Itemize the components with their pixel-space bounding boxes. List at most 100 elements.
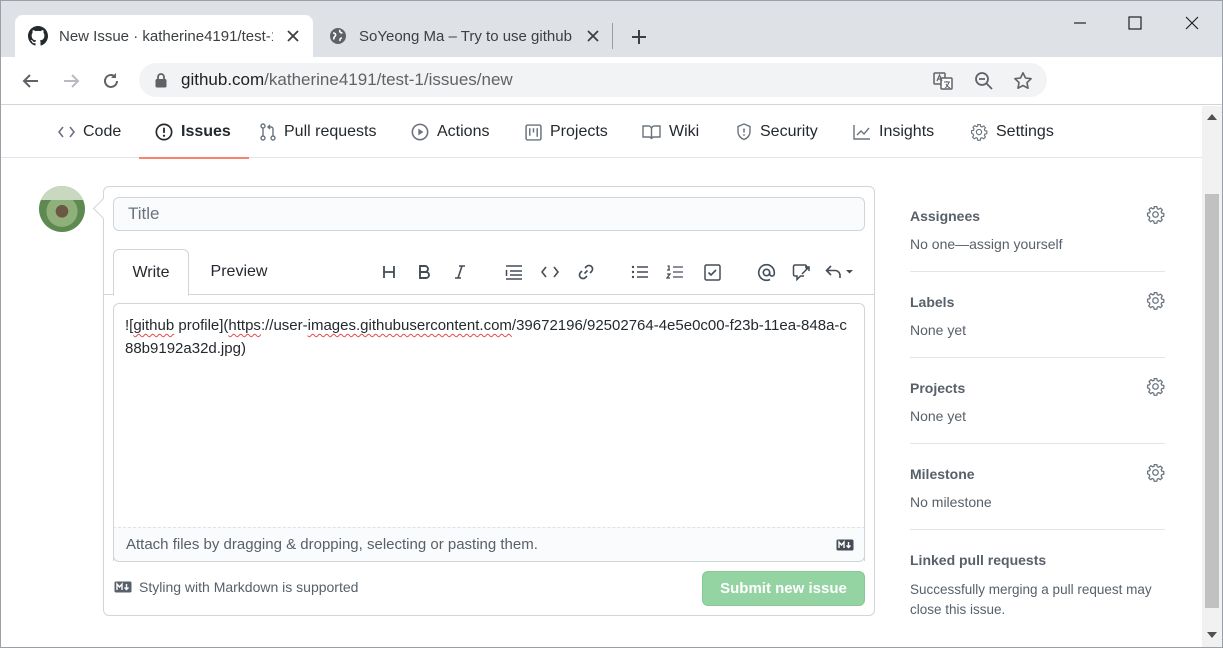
tab-label: Security [760,123,818,140]
tab-label: Settings [996,123,1054,140]
play-icon [411,123,429,141]
gear-icon[interactable] [1145,204,1165,224]
github-icon [28,26,48,46]
tab-actions[interactable]: Actions [411,106,489,158]
scroll-down-icon[interactable] [1202,626,1222,644]
scroll-up-icon[interactable] [1202,108,1222,126]
tab-wiki[interactable]: Wiki [642,106,699,158]
issue-form: Write Preview [103,186,875,616]
zoom-icon[interactable] [973,70,995,92]
issue-body-text[interactable]: ![github profile](https://user-images.gi… [125,314,853,360]
assignees-heading: Assignees [910,208,981,224]
tab-label: Issues [181,123,231,140]
tab-security[interactable]: Security [736,106,818,158]
body-text-part: images.githubusercontent.com [307,317,512,334]
issue-title-input[interactable] [113,197,865,231]
issue-opened-icon [155,123,173,141]
tab-title: SoYeong Ma – Try to use github [359,27,572,45]
tab-projects[interactable]: Projects [525,106,608,158]
labels-value: None yet [910,322,967,338]
assignees-section: Assignees No one—assign yourself [910,186,1165,272]
reload-icon [104,73,118,88]
milestone-section: Milestone No milestone [910,444,1165,530]
body-text-part: https [228,317,261,334]
book-icon [642,125,661,140]
close-icon[interactable] [583,26,603,46]
arrow-left-icon [22,74,38,88]
address-bar[interactable]: github.com/katherine4191/test-1/issues/n… [139,63,1047,97]
page-scrollbar[interactable] [1202,106,1222,647]
tab-write[interactable]: Write [113,249,189,296]
browser-toolbar: github.com/katherine4191/test-1/issues/n… [1,57,1222,105]
minimize-icon [1074,22,1086,24]
projects-section: Projects None yet [910,358,1165,444]
tab-issues[interactable]: Issues [139,106,249,159]
linked-prs-heading: Linked pull requests [910,552,1047,568]
shield-icon [737,123,751,141]
tab-label: Code [83,123,122,140]
task-list-icon[interactable] [700,261,724,283]
browser-tab-active[interactable]: New Issue · katherine4191/test-1 [15,15,313,57]
close-icon[interactable] [283,26,303,46]
tab-code[interactable]: Code [58,106,121,158]
url-host: github.com [181,70,265,89]
code-icon[interactable] [538,261,562,283]
markdown-note[interactable]: Styling with Markdown is supported [114,579,358,595]
assignees-value[interactable]: No one—assign yourself [910,236,1063,252]
bookmark-star-icon[interactable] [1012,70,1034,92]
back-button[interactable] [15,65,47,97]
translate-icon[interactable] [932,70,954,92]
linked-prs-section: Linked pull requests Successfully mergin… [910,530,1165,617]
attach-text: Attach files by dragging & dropping, sel… [126,536,538,553]
page-content: Code Issues Pull requests Actions Projec… [1,106,1202,647]
ordered-list-icon[interactable] [663,261,687,283]
saved-reply-icon[interactable] [824,261,856,283]
quote-icon[interactable] [502,261,526,283]
scrollbar-thumb[interactable] [1205,194,1219,608]
italic-icon[interactable] [448,261,472,283]
tab-insights[interactable]: Insights [853,106,934,158]
code-icon [58,126,75,138]
gear-icon[interactable] [1145,376,1165,396]
gear-icon[interactable] [1145,462,1165,482]
issue-body-textarea[interactable]: ![github profile](https://user-images.gi… [113,303,865,561]
avatar[interactable] [39,186,85,232]
bold-icon[interactable] [412,261,436,283]
issue-sidebar: Assignees No one—assign yourself Labels … [910,186,1165,617]
maximize-button[interactable] [1120,9,1150,37]
forward-button[interactable] [55,65,87,97]
minimize-button[interactable] [1065,9,1095,37]
markdown-note-text: Styling with Markdown is supported [139,579,359,595]
tab-preview[interactable]: Preview [200,249,278,295]
browser-window: New Issue · katherine4191/test-1 SoYeong… [0,0,1223,648]
tab-settings[interactable]: Settings [970,106,1054,158]
cross-reference-icon[interactable] [789,261,813,283]
graph-icon [853,125,870,140]
tab-title: New Issue · katherine4191/test-1 [59,27,273,45]
gear-icon[interactable] [1145,290,1165,310]
tab-label: Actions [437,123,490,140]
close-window-button[interactable] [1177,9,1207,37]
mention-icon[interactable] [754,261,778,283]
arrow-right-icon [64,74,80,88]
editor-tabbar: Write Preview [104,249,874,296]
project-icon [525,123,542,141]
heading-icon[interactable] [377,261,401,283]
link-icon[interactable] [574,261,598,283]
gear-icon [970,123,988,141]
tab-label: Wiki [669,123,700,140]
url-text[interactable]: github.com/katherine4191/test-1/issues/n… [181,70,513,90]
reload-button[interactable] [95,65,127,97]
tab-pull-requests[interactable]: Pull requests [260,106,377,158]
new-tab-button[interactable] [625,23,653,51]
tab-label: Projects [550,123,608,140]
browser-tab-inactive[interactable]: SoYeong Ma – Try to use github [315,15,611,57]
milestone-value: No milestone [910,494,992,510]
unordered-list-icon[interactable] [628,261,652,283]
markdown-icon [836,538,854,555]
markdown-icon [114,581,132,593]
maximize-icon [1128,16,1142,30]
lock-icon[interactable] [155,72,167,88]
file-drop-zone[interactable]: Attach files by dragging & dropping, sel… [113,527,865,562]
submit-issue-button[interactable]: Submit new issue [702,571,865,606]
